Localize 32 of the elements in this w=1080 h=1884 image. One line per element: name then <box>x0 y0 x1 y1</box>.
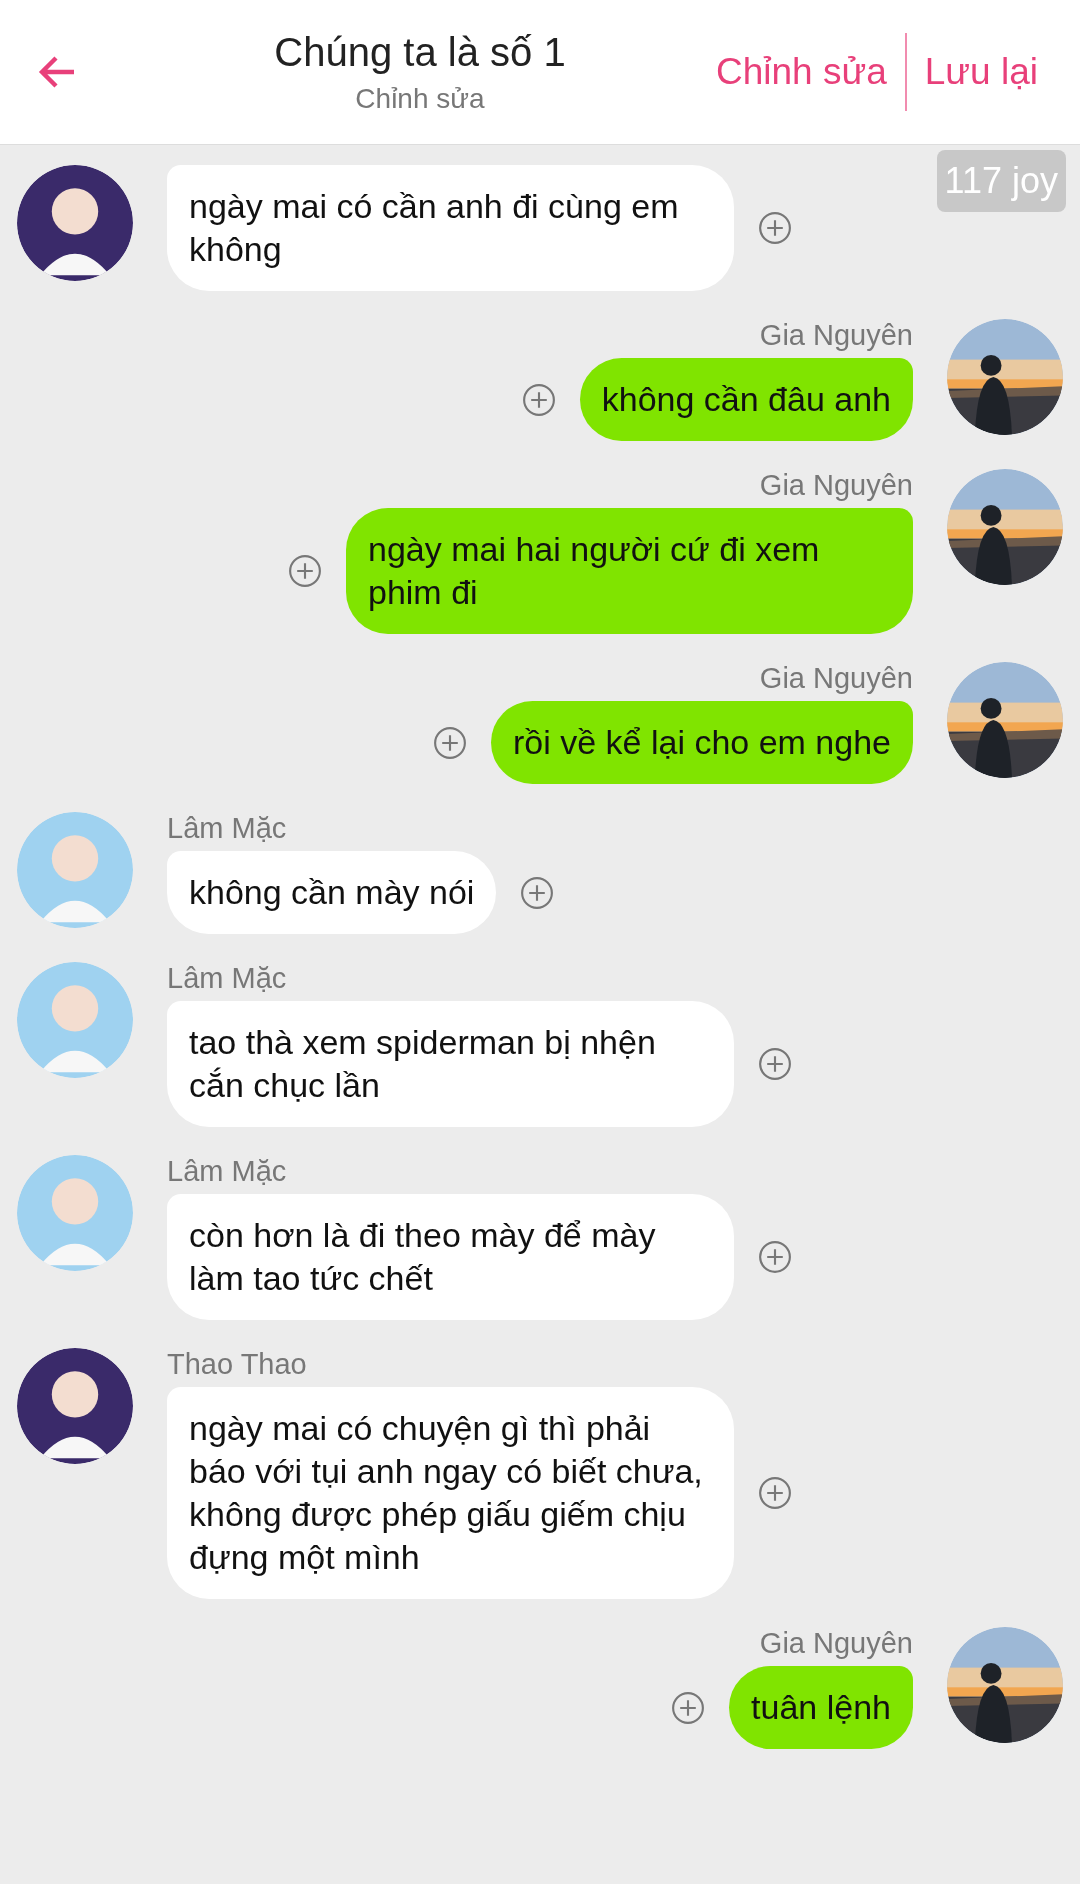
sender-name: Thao Thao <box>167 1348 308 1381</box>
message-bubble: rồi về kể lại cho em nghe <box>491 701 913 784</box>
message-bubble: không cần đâu anh <box>579 358 913 441</box>
avatar[interactable] <box>17 165 133 281</box>
message-bubble: tuân lệnh <box>729 1666 913 1749</box>
header-action[interactable]: Chỉnh sửa <box>697 51 905 93</box>
message-bubble: ngày mai hai người cứ đi xem phim đi <box>346 508 913 634</box>
add-icon[interactable] <box>758 1047 792 1081</box>
add-icon[interactable] <box>520 875 555 910</box>
sender-name: Gia Nguyên <box>759 662 913 695</box>
message-bubble: không cần mày nói <box>167 851 497 934</box>
message-bubble: ngày mai có chuyện gì thì phải báo với tụi anh ngay có biết chưa, không được phép giấu giếm chịu đựng một mình <box>167 1387 734 1599</box>
sender-name: Gia Nguyên <box>759 319 913 352</box>
add-icon[interactable] <box>758 211 792 245</box>
sender-name: Lâm Mặc <box>167 1155 288 1188</box>
message-bubble: tao thà xem spiderman bị nhện cắn chục lần <box>167 1001 734 1127</box>
add-icon[interactable] <box>758 1476 792 1510</box>
chat-title: Chúng ta là số 1 <box>274 29 566 75</box>
chat-subtitle: Chỉnh sửa <box>355 82 485 115</box>
message-bubble: còn hơn là đi theo mày để mày làm tao tức chết <box>167 1194 734 1320</box>
header-action[interactable]: Lưu lại <box>906 51 1056 93</box>
message-bubble: ngày mai có cần anh đi cùng em không <box>167 165 734 291</box>
add-icon[interactable] <box>288 554 322 588</box>
add-icon[interactable] <box>758 1240 792 1274</box>
sender-name: Lâm Mặc <box>167 962 288 995</box>
avatar[interactable] <box>17 1348 133 1464</box>
add-icon[interactable] <box>433 725 467 760</box>
add-icon[interactable] <box>521 382 556 417</box>
sender-name: Gia Nguyên <box>759 469 913 502</box>
sender-name: Gia Nguyên <box>759 1627 913 1660</box>
sender-name: Lâm Mặc <box>167 812 288 845</box>
add-icon[interactable] <box>671 1690 706 1725</box>
